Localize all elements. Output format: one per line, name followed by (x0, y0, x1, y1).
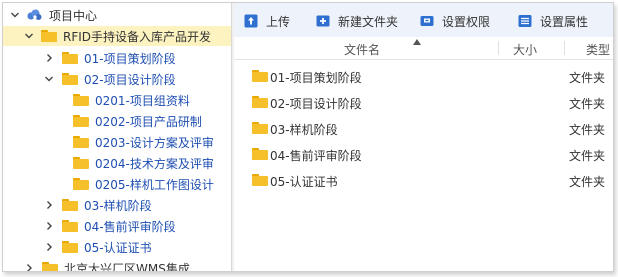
chevron-right-icon[interactable] (43, 241, 55, 253)
tree-item-label: 04-售前评审阶段 (84, 219, 176, 234)
column-separator[interactable] (498, 41, 499, 55)
file-type: 文件夹 (569, 123, 606, 137)
set-properties-label: 设置属性 (540, 14, 589, 29)
tree-item-label: 0205-样机工作图设计 (95, 177, 214, 192)
file-list-panel: 上传 新建文件夹 设置权限 设置属性 文件名 大小 类型 01-项目策划阶段 文… (234, 3, 613, 271)
tree-item-wms[interactable]: 北京大兴厂区WMS集成 (23, 258, 190, 271)
file-type: 文件夹 (569, 175, 606, 189)
folder-icon (62, 241, 78, 253)
tree-item-01[interactable]: 01-项目策划阶段 (43, 48, 176, 68)
tree-item-0203[interactable]: 0203-设计方案及评审 (73, 132, 214, 152)
chevron-down-icon[interactable] (43, 73, 55, 85)
file-type: 文件夹 (569, 97, 606, 111)
set-permissions-label: 设置权限 (442, 14, 491, 29)
table-row[interactable]: 04-售前评审阶段 文件夹 (234, 142, 613, 166)
folder-icon (73, 115, 89, 127)
file-name: 04-售前评审阶段 (270, 149, 362, 163)
table-row[interactable]: 01-项目策划阶段 文件夹 (234, 64, 613, 88)
tree-item-0201[interactable]: 0201-项目组资料 (73, 90, 190, 110)
column-separator[interactable] (564, 41, 565, 55)
column-header-name[interactable]: 文件名 (344, 41, 380, 58)
file-type: 文件夹 (569, 71, 606, 85)
folder-icon (73, 157, 89, 169)
file-name: 01-项目策划阶段 (270, 71, 362, 85)
tree-item-label: 0204-技术方案及评审 (95, 156, 214, 171)
tree-item-03[interactable]: 03-样机阶段 (43, 195, 152, 215)
folder-icon (62, 52, 78, 64)
file-list-header: 文件名 大小 类型 (234, 37, 613, 60)
tree-item-label: 0202-项目产品研制 (95, 114, 202, 129)
folder-icon (252, 174, 268, 186)
cloud-icon (25, 8, 43, 22)
tree-item-label: 北京大兴厂区WMS集成 (64, 261, 190, 272)
toolbar: 上传 新建文件夹 设置权限 设置属性 (234, 3, 613, 38)
folder-icon (42, 262, 58, 271)
file-manager-window: 项目中心 RFID手持设备入库产品开发 01-项目策划阶段 02-项目设计阶段 … (2, 2, 614, 272)
tree-item-label: 03-样机阶段 (84, 198, 152, 213)
folder-icon (73, 136, 89, 148)
chevron-right-icon[interactable] (23, 262, 35, 271)
folder-icon (62, 73, 78, 85)
tree-root-label: 项目中心 (49, 8, 98, 23)
tree-item-0205[interactable]: 0205-样机工作图设计 (73, 174, 214, 194)
tree-root[interactable]: 项目中心 (9, 5, 97, 25)
column-header-size[interactable]: 大小 (513, 41, 537, 58)
upload-button[interactable]: 上传 (244, 12, 290, 30)
table-row[interactable]: 05-认证证书 文件夹 (234, 168, 613, 192)
new-folder-label: 新建文件夹 (338, 14, 399, 29)
set-permissions-button[interactable]: 设置权限 (420, 12, 490, 30)
folder-icon (73, 94, 89, 106)
file-name: 05-认证证书 (270, 175, 338, 189)
folder-icon (62, 220, 78, 232)
tree-item-label: 05-认证证书 (84, 240, 152, 255)
chevron-down-icon[interactable] (9, 9, 21, 21)
folder-icon (252, 122, 268, 134)
chevron-down-icon[interactable] (23, 30, 35, 42)
tree-item-04[interactable]: 04-售前评审阶段 (43, 216, 176, 236)
table-row[interactable]: 03-样机阶段 文件夹 (234, 116, 613, 140)
tree-item-project[interactable]: RFID手持设备入库产品开发 (3, 26, 231, 46)
file-name: 02-项目设计阶段 (270, 97, 362, 111)
tree-item-label: 02-项目设计阶段 (84, 72, 176, 87)
tree-item-0204[interactable]: 0204-技术方案及评审 (73, 153, 214, 173)
chevron-right-icon[interactable] (43, 220, 55, 232)
tree-item-label: 01-项目策划阶段 (84, 51, 176, 66)
file-name: 03-样机阶段 (270, 123, 338, 137)
table-row[interactable]: 02-项目设计阶段 文件夹 (234, 90, 613, 114)
permissions-icon (420, 14, 434, 28)
tree-item-label: RFID手持设备入库产品开发 (63, 29, 212, 44)
folder-icon (252, 148, 268, 160)
new-folder-icon (316, 14, 330, 28)
upload-label: 上传 (266, 14, 291, 29)
chevron-right-icon[interactable] (43, 52, 55, 64)
tree-item-0202[interactable]: 0202-项目产品研制 (73, 111, 202, 131)
file-type: 文件夹 (569, 149, 606, 163)
folder-tree: 项目中心 RFID手持设备入库产品开发 01-项目策划阶段 02-项目设计阶段 … (3, 3, 231, 271)
folder-icon (252, 96, 268, 108)
tree-item-label: 0201-项目组资料 (95, 93, 190, 108)
folder-icon (41, 30, 57, 42)
set-properties-button[interactable]: 设置属性 (518, 12, 588, 30)
sort-ascending-icon (413, 34, 421, 48)
new-folder-button[interactable]: 新建文件夹 (316, 12, 398, 30)
chevron-right-icon[interactable] (43, 199, 55, 211)
tree-item-02[interactable]: 02-项目设计阶段 (43, 69, 176, 89)
column-header-type[interactable]: 类型 (586, 41, 610, 58)
folder-icon (62, 199, 78, 211)
tree-item-label: 0203-设计方案及评审 (95, 135, 214, 150)
tree-item-05[interactable]: 05-认证证书 (43, 237, 152, 257)
folder-icon (252, 70, 268, 82)
properties-icon (518, 14, 532, 28)
folder-icon (73, 178, 89, 190)
upload-icon (244, 14, 258, 28)
